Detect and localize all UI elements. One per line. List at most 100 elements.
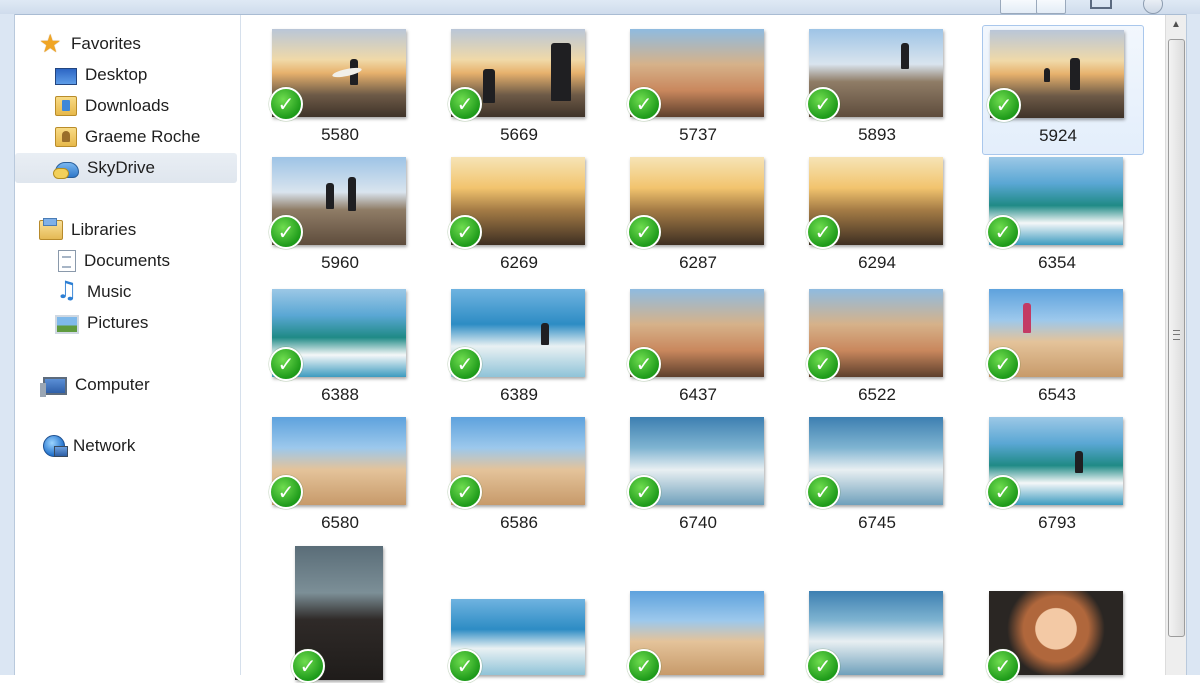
file-tile-6580[interactable]: ✓ 6580 (252, 413, 412, 541)
pictures-icon (55, 315, 79, 334)
sync-status-icon: ✓ (448, 649, 482, 683)
surfer-figure (1075, 451, 1083, 473)
sync-status-icon: ✓ (269, 475, 303, 509)
nav-item-documents[interactable]: Documents (55, 246, 170, 276)
file-tile-5924[interactable]: ✓ 5924 (982, 25, 1144, 155)
file-tile-5960[interactable]: ✓ 5960 (252, 153, 412, 281)
toolbar (0, 0, 1200, 15)
file-tile[interactable]: ✓ (252, 543, 412, 683)
file-name: 5960 (321, 253, 359, 272)
file-tile-6269[interactable]: ✓ 6269 (431, 153, 591, 281)
nav-item-label: Documents (84, 251, 170, 270)
nav-favorites[interactable]: Favorites (39, 29, 141, 59)
file-tile-6586[interactable]: ✓ 6586 (431, 413, 591, 541)
file-tile-6437[interactable]: ✓ 6437 (610, 285, 770, 413)
file-tile-6294[interactable]: ✓ 6294 (789, 153, 949, 281)
view-options-button[interactable] (1036, 0, 1066, 14)
file-tile-6287[interactable]: ✓ 6287 (610, 153, 770, 281)
file-name: 5580 (321, 125, 359, 144)
nav-item-skydrive[interactable]: SkyDrive (15, 153, 237, 183)
file-tile-6388[interactable]: ✓ 6388 (252, 285, 412, 413)
file-tile-6543[interactable]: ✓ 6543 (969, 285, 1129, 413)
sync-status-icon: ✓ (448, 475, 482, 509)
file-name: 6389 (500, 385, 538, 404)
file-name: 6287 (679, 253, 717, 272)
nav-item-label: Music (87, 282, 132, 301)
nav-item-label: SkyDrive (87, 158, 156, 177)
file-name: 5669 (500, 125, 538, 144)
nav-item-graeme-roche[interactable]: Graeme Roche (55, 122, 200, 152)
file-tile-6793[interactable]: ✓ 6793 (969, 413, 1129, 541)
nav-network[interactable]: Network (43, 431, 135, 461)
file-name: 6294 (858, 253, 896, 272)
file-tile-5893[interactable]: ✓ 5893 (789, 25, 949, 153)
file-name: 5893 (858, 125, 896, 144)
file-tile-5737[interactable]: ✓ 5737 (610, 25, 770, 153)
nav-computer[interactable]: Computer (40, 370, 150, 400)
scroll-thumb[interactable] (1168, 39, 1185, 637)
sync-status-icon: ✓ (627, 215, 661, 249)
sync-status-icon: ✓ (986, 347, 1020, 381)
window-frame-left (0, 14, 15, 675)
runner-figure (1023, 303, 1031, 333)
nav-item-downloads[interactable]: Downloads (55, 91, 169, 121)
skydrive-icon (53, 162, 79, 179)
music-icon (55, 276, 79, 304)
nav-favorites-label: Favorites (71, 34, 141, 53)
file-tile-6745[interactable]: ✓ 6745 (789, 413, 949, 541)
file-name: 6793 (1038, 513, 1076, 532)
surfer-figure (1070, 58, 1080, 90)
file-tile[interactable]: ✓ (431, 543, 591, 683)
change-view-button[interactable] (1000, 0, 1038, 14)
help-button[interactable] (1143, 0, 1163, 14)
nav-item-music[interactable]: Music (55, 276, 132, 307)
window-frame-right (1186, 14, 1200, 675)
file-tile[interactable]: ✓ (969, 543, 1129, 683)
libraries-icon (39, 218, 63, 240)
surfer-figure (348, 177, 356, 211)
file-tile-5580[interactable]: ✓ 5580 (252, 25, 412, 153)
sync-status-icon: ✓ (448, 215, 482, 249)
file-name: 6586 (500, 513, 538, 532)
navigation-pane: Favorites Desktop Downloads Graeme Roche… (15, 15, 241, 675)
scroll-up-button[interactable]: ▲ (1166, 15, 1186, 35)
nav-item-desktop[interactable]: Desktop (55, 60, 147, 90)
file-tile[interactable]: ✓ (610, 543, 770, 683)
file-tile-6389[interactable]: ✓ 6389 (431, 285, 591, 413)
scroll-grip-icon (1173, 330, 1180, 340)
desktop-icon (55, 67, 77, 85)
nav-item-label: Graeme Roche (85, 127, 201, 146)
surfer-figure (901, 43, 909, 69)
person-figure (551, 43, 571, 101)
file-name: 6745 (858, 513, 896, 532)
file-tile-6354[interactable]: ✓ 6354 (969, 153, 1129, 281)
file-name: 5924 (1039, 126, 1077, 145)
nav-item-pictures[interactable]: Pictures (55, 308, 148, 338)
vertical-scrollbar[interactable]: ▲ (1165, 15, 1186, 675)
computer-icon (40, 377, 67, 397)
network-icon (43, 435, 68, 457)
nav-computer-label: Computer (75, 375, 150, 394)
file-name: 5737 (679, 125, 717, 144)
sync-status-icon: ✓ (806, 215, 840, 249)
downloads-folder-icon (55, 96, 77, 116)
nav-network-label: Network (73, 436, 136, 455)
sync-status-icon: ✓ (269, 215, 303, 249)
file-name: 6580 (321, 513, 359, 532)
sync-status-icon: ✓ (806, 347, 840, 381)
sync-status-icon: ✓ (806, 475, 840, 509)
preview-pane-button[interactable] (1090, 0, 1112, 9)
sync-status-icon: ✓ (448, 87, 482, 121)
nav-libraries[interactable]: Libraries (39, 215, 136, 245)
nav-libraries-label: Libraries (71, 220, 137, 239)
nav-item-label: Downloads (85, 96, 170, 115)
file-tile[interactable]: ✓ (789, 543, 949, 683)
documents-icon (58, 250, 76, 272)
file-name: 6269 (500, 253, 538, 272)
file-tile-6522[interactable]: ✓ 6522 (789, 285, 949, 413)
file-name: 6388 (321, 385, 359, 404)
surfer-figure (326, 183, 334, 209)
sync-status-icon: ✓ (627, 475, 661, 509)
file-tile-6740[interactable]: ✓ 6740 (610, 413, 770, 541)
file-tile-5669[interactable]: ✓ 5669 (431, 25, 591, 153)
